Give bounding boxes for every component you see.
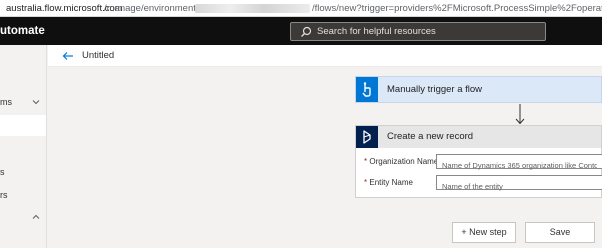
action-title: Create a new record [387, 131, 474, 142]
trigger-label: Manually trigger a flow [387, 84, 483, 95]
required-marker: * [364, 157, 368, 166]
chevron-down-icon[interactable] [32, 98, 40, 106]
flow-designer: Untitled Manually trigger a flow Create … [48, 45, 602, 248]
app-brand: utomate [0, 25, 45, 37]
back-arrow-icon[interactable] [62, 50, 74, 62]
manual-trigger-icon [356, 77, 378, 102]
entity-name-label: * Entity Name [364, 178, 413, 187]
organization-name-input[interactable] [437, 159, 602, 172]
dynamics-365-icon [356, 126, 378, 148]
nav-item-items[interactable]: ms [0, 97, 12, 107]
required-marker: * [364, 178, 368, 187]
connector-arrow-icon [515, 104, 525, 125]
organization-name-field[interactable] [436, 154, 602, 172]
organization-name-label: * Organization Name [364, 157, 438, 166]
trigger-card[interactable]: Manually trigger a flow [355, 76, 602, 103]
designer-toolbar: Untitled [48, 45, 602, 67]
app-header: utomate Search for helpful resources [0, 17, 602, 45]
flow-title[interactable]: Untitled [82, 45, 114, 67]
search-icon [301, 26, 312, 37]
nav-item-label: ms [0, 97, 12, 107]
left-nav: ms s rs [0, 45, 47, 248]
save-button[interactable]: Save [525, 222, 595, 243]
url-path: /manage/environments [104, 3, 201, 14]
redacted-url-segment [195, 4, 310, 13]
action-card-create-record: Create a new record * Organization Name … [355, 125, 602, 198]
field-label: Entity Name [369, 178, 413, 187]
entity-name-field[interactable] [436, 175, 602, 193]
nav-item-label: s [0, 167, 5, 177]
nav-item-s[interactable]: s [0, 167, 5, 177]
search-placeholder: Search for helpful resources [317, 26, 436, 37]
chevron-up-icon[interactable] [32, 213, 40, 221]
nav-item-label: rs [0, 190, 8, 200]
nav-item-rs[interactable]: rs [0, 190, 8, 200]
action-card-header[interactable]: Create a new record [356, 126, 601, 148]
entity-name-input[interactable] [437, 180, 602, 193]
search-box[interactable]: Search for helpful resources [290, 22, 546, 41]
nav-item-selected[interactable] [0, 115, 46, 136]
browser-address-bar[interactable]: australia.flow.microsoft.com /manage/env… [0, 0, 602, 17]
new-step-button[interactable]: + New step [452, 222, 516, 243]
field-label: Organization Name [369, 157, 439, 166]
url-path-tail: /flows/new?trigger=providers%2FMicrosoft… [312, 3, 602, 14]
